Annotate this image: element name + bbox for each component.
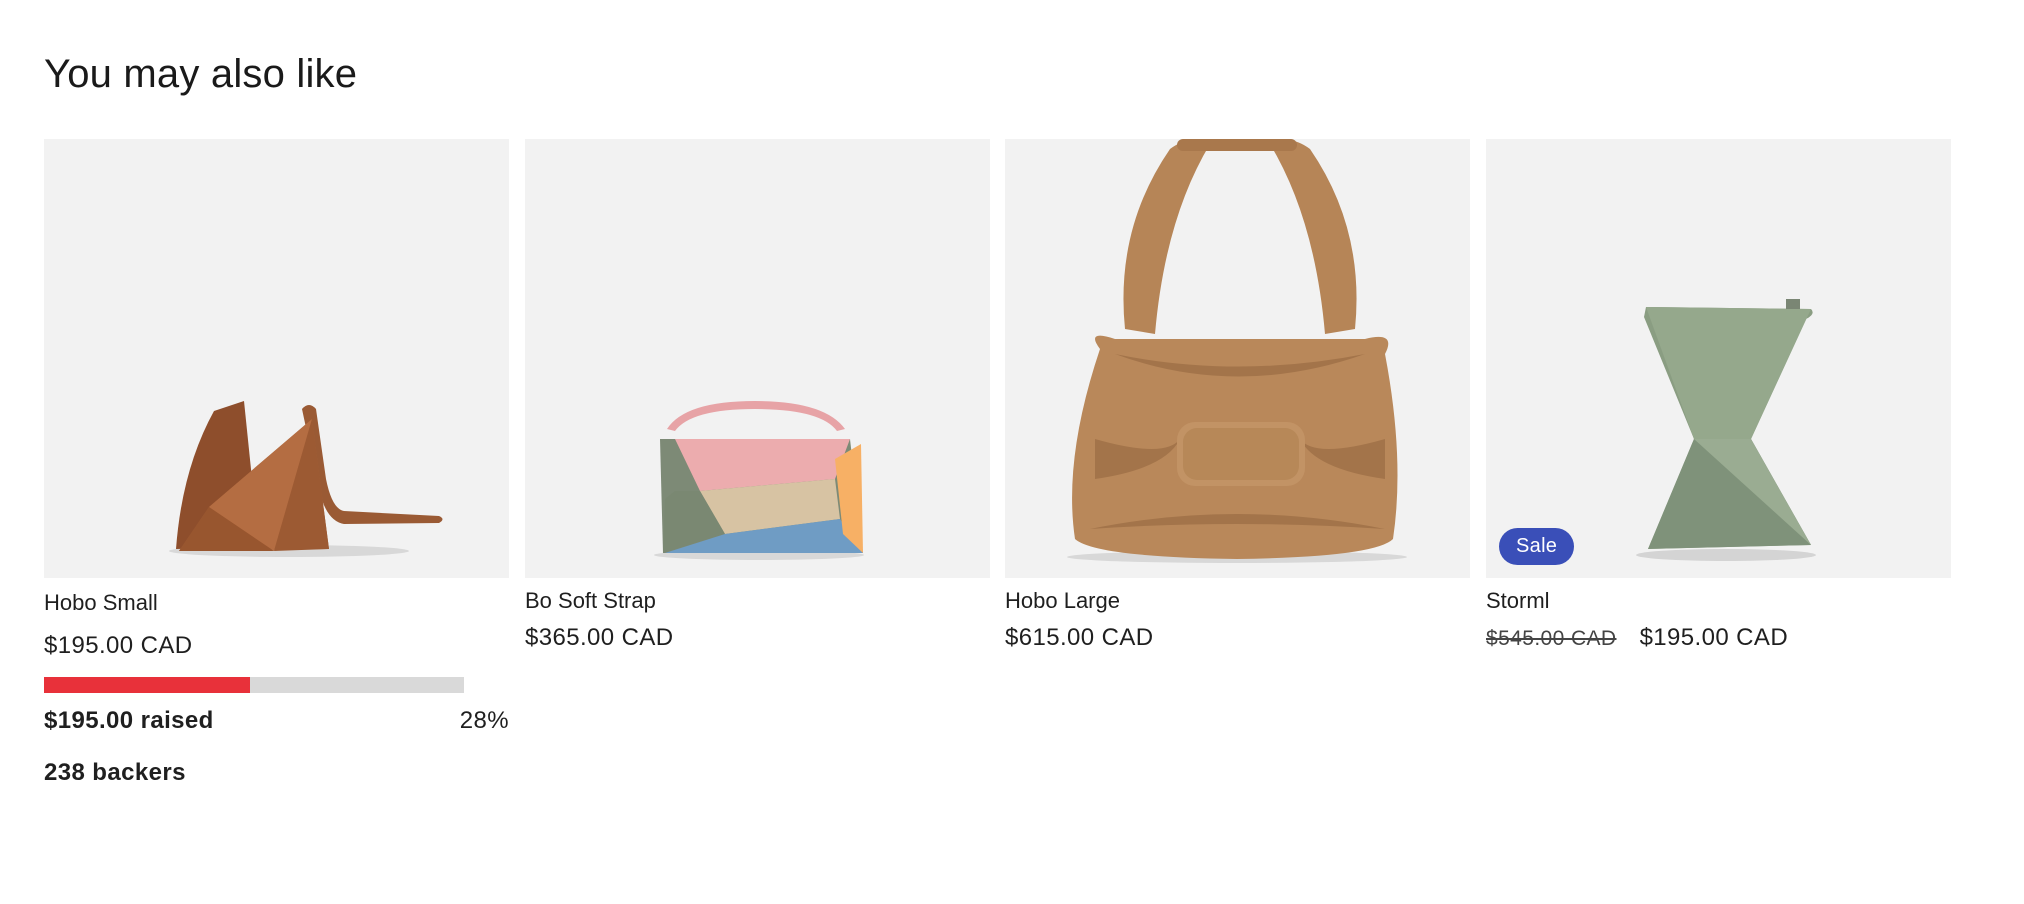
- product-image[interactable]: [44, 139, 509, 578]
- product-image[interactable]: [1005, 139, 1470, 578]
- product-price: $195.00 CAD: [44, 632, 193, 659]
- sale-badge: Sale: [1499, 528, 1575, 565]
- product-title[interactable]: Storml: [1486, 588, 1550, 614]
- product-card-bo-soft-strap[interactable]: Bo Soft Strap $365.00 CAD: [525, 139, 990, 651]
- product-price-row: $545.00 CAD $195.00 CAD: [1486, 624, 1788, 652]
- product-image[interactable]: [525, 139, 990, 578]
- product-price: $365.00 CAD: [525, 624, 674, 651]
- brown-triangular-bag-image: [169, 401, 443, 557]
- backers-count: 238 backers: [44, 759, 186, 786]
- product-card-hobo-small[interactable]: Hobo Small $195.00 CAD $195.00 raised 28…: [44, 139, 509, 786]
- funding-progress-fill: [44, 677, 250, 693]
- green-twisted-bag-image: [1636, 299, 1816, 561]
- section-title: You may also like: [44, 52, 358, 96]
- product-title[interactable]: Hobo Small: [44, 590, 158, 616]
- amount-raised: $195.00 raised: [44, 707, 214, 734]
- colorblock-handbag-image: [654, 401, 864, 560]
- funding-percent: 28%: [459, 707, 509, 734]
- product-card-storml[interactable]: Sale Storml $545.00 CAD $195.00 CAD: [1486, 139, 1951, 651]
- product-card-hobo-large[interactable]: Hobo Large $615.00 CAD: [1005, 139, 1470, 651]
- product-image[interactable]: Sale: [1486, 139, 1951, 578]
- product-price: $615.00 CAD: [1005, 624, 1154, 651]
- compare-at-price: $545.00 CAD: [1486, 627, 1617, 650]
- product-title[interactable]: Bo Soft Strap: [525, 588, 656, 614]
- sale-price: $195.00 CAD: [1639, 624, 1789, 651]
- puffy-tan-bag-image: [1067, 139, 1407, 563]
- funding-progress-bar: [44, 677, 464, 693]
- product-title[interactable]: Hobo Large: [1005, 588, 1120, 614]
